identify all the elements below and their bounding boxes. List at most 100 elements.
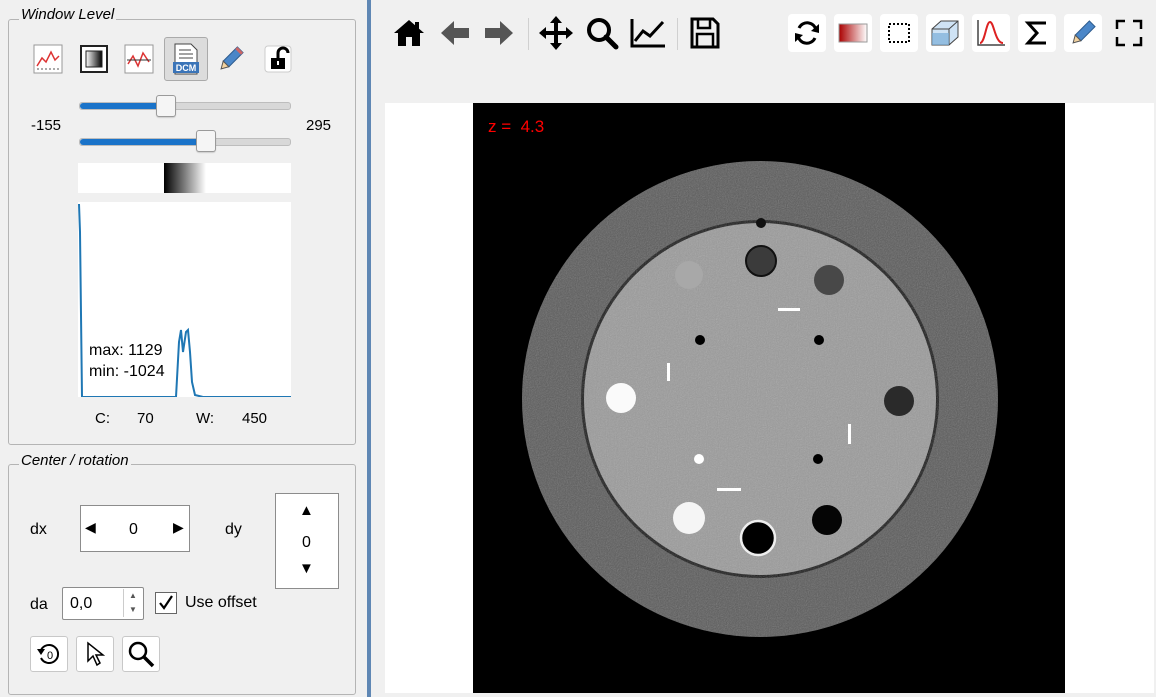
select-rect-button[interactable]: [880, 14, 918, 52]
wl-low-slider[interactable]: [79, 102, 291, 110]
save-button[interactable]: [686, 14, 724, 52]
wire-marker: [848, 424, 851, 444]
hist-max-label: max: 1129: [89, 342, 163, 359]
ct-image[interactable]: z = 4.3: [473, 103, 1065, 693]
toolbar-separator: [677, 18, 678, 50]
c-label: C:: [95, 410, 110, 427]
dy-spinbox[interactable]: ▲ 0 ▼: [275, 493, 339, 589]
zoom-icon: [587, 18, 619, 50]
wire-marker: [778, 308, 800, 311]
forward-arrow-icon: [485, 21, 513, 45]
marker-dot: [695, 335, 705, 345]
checkmark-icon: [159, 595, 173, 610]
toolbar-separator: [528, 18, 529, 50]
insert-bright-bottom-left: [673, 502, 705, 534]
wl-dicom-button[interactable]: DCM: [164, 37, 208, 81]
dy-label: dy: [225, 521, 242, 538]
fullscreen-icon: [1115, 19, 1143, 47]
insert-black-bottom-right: [812, 505, 842, 535]
ct-phantom-image: z = 4.3: [488, 117, 998, 637]
da-up-arrow-icon[interactable]: ▲: [123, 589, 142, 603]
wl-high-slider-fill: [80, 139, 206, 145]
w-label: W:: [196, 410, 215, 427]
cube-button[interactable]: [926, 14, 964, 52]
subplots-icon: [630, 19, 665, 48]
pencil-icon: [220, 46, 244, 70]
wire-marker: [667, 363, 670, 381]
insert-dark-right-top: [814, 265, 844, 295]
back-button[interactable]: [436, 14, 474, 52]
wl-low-slider-handle[interactable]: [156, 95, 177, 117]
dy-value[interactable]: 0: [302, 534, 311, 552]
reset-rotation-button[interactable]: 0: [30, 636, 68, 672]
viewer-canvas[interactable]: z = 4.3: [385, 103, 1154, 693]
use-offset-label[interactable]: Use offset: [185, 594, 257, 612]
marker-dot: [814, 335, 824, 345]
back-arrow-icon: [441, 21, 469, 45]
center-rotation-title: Center / rotation: [19, 452, 131, 469]
marker-dot: [694, 454, 704, 464]
hist-min-label: min: -1024: [89, 363, 165, 380]
dx-value[interactable]: 0: [129, 521, 138, 539]
da-down-arrow-icon[interactable]: ▼: [123, 603, 142, 617]
wl-plot-button[interactable]: [30, 41, 66, 77]
insert-bright-left: [606, 383, 636, 413]
sigma-icon: [1024, 21, 1046, 45]
curve-icon: [977, 20, 1005, 46]
insert-air-bottom: [739, 519, 777, 557]
dicom-file-icon: DCM: [173, 43, 199, 75]
insert-faint: [675, 261, 703, 289]
refresh-button[interactable]: [788, 14, 826, 52]
wl-max-label: 295: [306, 117, 332, 134]
wl-lock-button[interactable]: [260, 41, 296, 77]
wl-curve-button[interactable]: [121, 41, 157, 77]
colormap-icon: [838, 23, 868, 43]
magnifier-icon: [128, 641, 155, 668]
sum-button[interactable]: [1018, 14, 1056, 52]
dx-spinbox[interactable]: ◀ 0 ▶: [80, 505, 190, 552]
da-spinbox[interactable]: 0,0 ▲ ▼: [62, 587, 144, 620]
z-slice-label: z = 4.3: [488, 117, 544, 136]
dx-label: dx: [30, 521, 47, 538]
gradient-square-icon: [80, 45, 108, 73]
da-label: da: [30, 596, 48, 613]
wl-high-slider[interactable]: [79, 138, 291, 146]
plot-chart-icon: [33, 44, 63, 74]
rotate-reset-icon: 0: [37, 644, 60, 664]
pointer-button[interactable]: [76, 636, 114, 672]
rotate-reset-badge: 0: [47, 650, 53, 662]
insert-dark-right: [884, 386, 914, 416]
fullscreen-button[interactable]: [1110, 14, 1148, 52]
curve-chart-icon: [124, 44, 154, 74]
pencil-icon: [1072, 20, 1096, 44]
unlock-icon: [264, 45, 292, 73]
phantom-notch: [756, 218, 766, 228]
wl-edit-button[interactable]: [213, 41, 249, 77]
dy-decrement-arrow-icon[interactable]: ▼: [299, 560, 314, 577]
dx-decrement-arrow-icon[interactable]: ◀: [85, 519, 96, 536]
marker-dot: [813, 454, 823, 464]
zoom-button[interactable]: [583, 14, 621, 52]
forward-button[interactable]: [480, 14, 518, 52]
curve-button[interactable]: [972, 14, 1010, 52]
splitter[interactable]: [367, 0, 371, 697]
image-noise: [522, 161, 998, 637]
dy-increment-arrow-icon[interactable]: ▲: [299, 502, 314, 519]
home-button[interactable]: [390, 14, 428, 52]
w-value: 450: [242, 410, 268, 427]
wire-marker: [717, 488, 741, 491]
wl-high-slider-handle[interactable]: [196, 130, 216, 152]
wl-gradient-button[interactable]: [76, 41, 112, 77]
da-value[interactable]: 0,0: [70, 595, 92, 613]
use-offset-checkbox[interactable]: [155, 592, 177, 614]
window-level-title: Window Level: [19, 6, 117, 23]
colormap-button[interactable]: [834, 14, 872, 52]
save-icon: [690, 17, 720, 49]
wl-colorbar: [78, 163, 291, 193]
dx-increment-arrow-icon[interactable]: ▶: [173, 519, 184, 536]
magnify-button[interactable]: [122, 636, 160, 672]
subplots-button[interactable]: [629, 14, 667, 52]
draw-button[interactable]: [1064, 14, 1102, 52]
wl-min-label: -155: [31, 117, 62, 134]
pan-button[interactable]: [537, 14, 575, 52]
